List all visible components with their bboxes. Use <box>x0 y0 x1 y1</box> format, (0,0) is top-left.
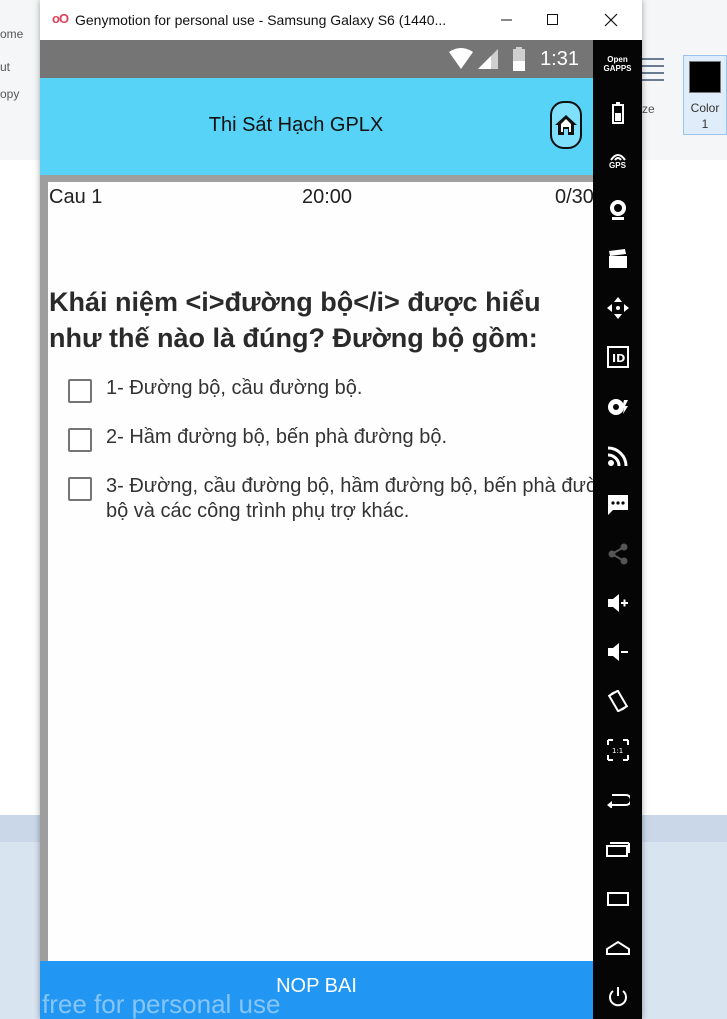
ribbon-label-home[interactable]: ome <box>0 27 23 41</box>
answer-checkbox[interactable] <box>68 428 92 452</box>
color-label: Color <box>690 101 720 115</box>
window-title: Genymotion for personal use - Samsung Ga… <box>75 12 447 28</box>
battery-icon[interactable] <box>593 93 642 133</box>
maximize-button[interactable] <box>530 0 576 40</box>
status-time: 1:31 <box>540 48 579 70</box>
ribbon-label-size[interactable]: ze <box>642 102 655 116</box>
menu-icon[interactable] <box>593 879 642 919</box>
ratio-label: 1:1 <box>612 747 623 755</box>
back-icon[interactable] <box>593 780 642 820</box>
signal-icon <box>478 49 498 69</box>
answer-option-2[interactable]: 2- Hầm đường bộ, bến phà đường bộ. <box>66 425 593 452</box>
minimize-icon <box>501 19 512 21</box>
app-toolbar: Thi Sát Hạch GPLX <box>40 78 593 175</box>
question-number: Cau 1 <box>49 186 103 208</box>
rotate-icon[interactable] <box>593 681 642 721</box>
volume-down-icon[interactable] <box>593 632 642 672</box>
home-nav-icon[interactable] <box>593 928 642 968</box>
quiz-container: Cau 1 20:00 0/30 Khái niệm <i>đường bộ</… <box>40 175 593 961</box>
color-index: 1 <box>701 117 709 131</box>
svg-text:ID: ID <box>612 352 625 365</box>
submit-button[interactable]: NOP BAI free for personal use <box>40 961 593 1019</box>
cast-icon[interactable] <box>593 436 642 476</box>
answer-checkbox[interactable] <box>68 379 92 403</box>
sms-icon[interactable] <box>593 485 642 525</box>
genymotion-logo-icon: oO <box>52 11 69 26</box>
emulator-window: oO Genymotion for personal use - Samsung… <box>40 0 642 1019</box>
gapps-label: Open GAPPS <box>603 55 632 73</box>
ribbon-label-cut[interactable]: ut <box>0 60 10 74</box>
answer-checkbox[interactable] <box>68 477 92 501</box>
watermark-text: free for personal use <box>42 989 281 1019</box>
wifi-icon <box>449 48 473 69</box>
gps-icon[interactable]: GPS <box>593 141 642 181</box>
battery-status-icon <box>513 47 525 71</box>
phone-screen: 1:31 Thi Sát Hạch GPLX Cau 1 20:00 0/30 … <box>40 40 593 1019</box>
move-icon[interactable] <box>593 288 642 328</box>
ribbon-label-copy[interactable]: opy <box>0 87 19 101</box>
color-swatch <box>689 61 721 93</box>
pixel-perfect-icon[interactable]: 1:1 <box>593 730 642 770</box>
disk-icon[interactable] <box>593 387 642 427</box>
color-1-button[interactable]: Color 1 <box>683 55 727 135</box>
power-icon[interactable] <box>593 977 642 1017</box>
share-icon[interactable] <box>593 534 642 574</box>
countdown-timer: 20:00 <box>302 186 353 208</box>
id-icon[interactable]: ID <box>593 337 642 377</box>
question-text: Khái niệm <i>đường bộ</i> được hiểu như … <box>49 287 541 353</box>
answer-text[interactable]: 1- Đường bộ, cầu đường bộ. <box>106 376 593 401</box>
window-titlebar: oO Genymotion for personal use - Samsung… <box>40 0 642 41</box>
open-gapps-icon[interactable]: Open GAPPS <box>593 44 642 84</box>
answer-text[interactable]: 3- Đường, cầu đường bộ, hầm đường bộ, bế… <box>106 474 593 524</box>
quiz-header-row: Cau 1 20:00 0/30 <box>48 186 593 212</box>
close-button[interactable] <box>588 0 634 40</box>
quiz-panel: Cau 1 20:00 0/30 Khái niệm <i>đường bộ</… <box>48 182 593 961</box>
progress-counter: 0/30 <box>555 186 593 208</box>
emulator-sidebar: Open GAPPS GPS ID 1:1 <box>593 40 642 1019</box>
answer-option-1[interactable]: 1- Đường bộ, cầu đường bộ. <box>66 376 593 403</box>
android-status-bar: 1:31 <box>40 40 593 78</box>
home-button[interactable] <box>550 101 582 149</box>
minimize-button[interactable] <box>484 0 530 40</box>
recents-icon[interactable] <box>593 829 642 869</box>
home-icon <box>555 115 577 135</box>
clapperboard-icon[interactable] <box>593 239 642 279</box>
webcam-icon[interactable] <box>593 190 642 230</box>
answer-option-3[interactable]: 3- Đường, cầu đường bộ, hầm đường bộ, bế… <box>66 474 593 524</box>
answer-text[interactable]: 2- Hầm đường bộ, bến phà đường bộ. <box>106 425 593 450</box>
app-title: Thi Sát Hạch GPLX <box>208 114 384 136</box>
volume-up-icon[interactable] <box>593 583 642 623</box>
close-icon <box>604 13 618 27</box>
gps-label: GPS <box>609 161 626 170</box>
maximize-icon <box>547 14 558 25</box>
